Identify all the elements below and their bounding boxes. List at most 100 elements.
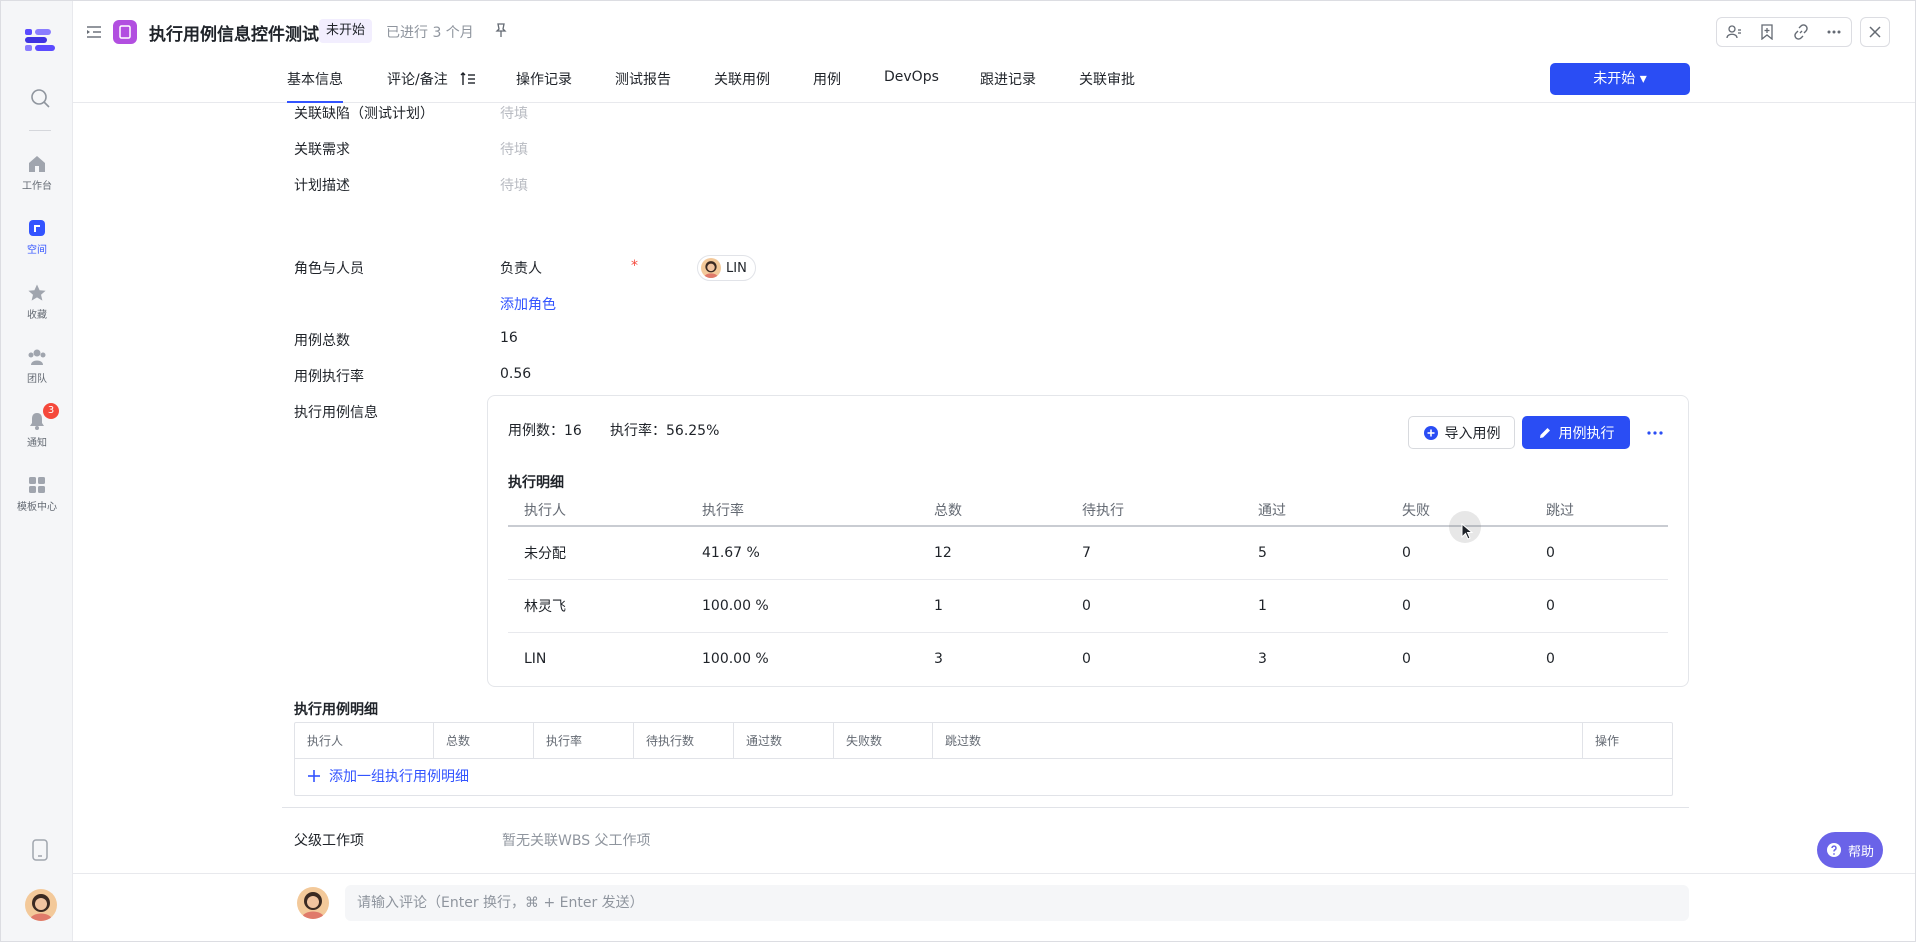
plus-circle-icon	[1423, 425, 1438, 440]
tab-operation-log[interactable]: 操作记录	[516, 69, 572, 103]
field-value-related-requirements[interactable]: 待填	[500, 139, 528, 159]
top-header: 执行用例信息控件测试 未开始 已进行 3 个月	[73, 1, 1915, 63]
column-header: 通过	[1242, 494, 1386, 527]
column-header: 跳过数	[933, 723, 1583, 759]
table-cell: 0	[1530, 579, 1668, 633]
template-icon	[29, 477, 45, 493]
tab-devops[interactable]: DevOps	[884, 69, 939, 103]
exec-detail-subtitle: 执行明细	[508, 475, 564, 491]
owner-user-chip[interactable]: LIN	[697, 255, 756, 281]
table-cell: 0	[1546, 650, 1555, 667]
sort-icon[interactable]	[460, 72, 476, 86]
app-logo-icon[interactable]	[25, 27, 57, 53]
table-cell: 0	[1066, 579, 1242, 633]
rail-item-label: 模板中心	[17, 502, 57, 513]
page-title: 执行用例信息控件测试	[149, 25, 319, 45]
edit-icon	[1539, 427, 1550, 438]
more-button[interactable]	[1818, 18, 1852, 46]
tab-follow-up[interactable]: 跟进记录	[980, 69, 1036, 103]
rail-separator	[29, 130, 51, 131]
import-cases-button[interactable]: 导入用例	[1408, 416, 1515, 449]
close-button[interactable]	[1860, 17, 1890, 47]
table-cell: 41.67 %	[686, 526, 918, 580]
header-actions	[1716, 17, 1852, 47]
field-label-related-defects: 关联缺陷（测试计划）	[294, 106, 434, 122]
notification-badge: 3	[43, 403, 59, 419]
rail-item-notifications[interactable]: 通知	[1, 411, 73, 449]
field-value-plan-description[interactable]: 待填	[500, 175, 528, 195]
rail-item-favorites[interactable]: 收藏	[1, 283, 73, 321]
execute-cases-label: 用例执行	[1558, 425, 1615, 442]
current-user-avatar[interactable]	[25, 889, 57, 921]
pin-icon[interactable]	[493, 22, 509, 38]
execute-cases-button[interactable]: 用例执行	[1522, 416, 1630, 449]
search-icon[interactable]	[29, 87, 51, 109]
help-button[interactable]: 帮助	[1817, 832, 1883, 868]
field-label-related-requirements: 关联需求	[294, 142, 350, 158]
add-role-link[interactable]: 添加角色	[500, 294, 556, 314]
comment-bar	[73, 873, 1915, 941]
field-value-related-defects[interactable]: 待填	[500, 103, 528, 123]
rail-item-team[interactable]: 团队	[1, 347, 73, 385]
table-cell: 5	[1242, 526, 1386, 580]
tab-comments[interactable]: 评论/备注	[387, 69, 476, 103]
cursor-icon	[1461, 523, 1474, 540]
table-header-row: 执行人 执行率 总数 待执行 通过 失败 跳过	[508, 494, 1668, 527]
table-cell: 3	[1258, 650, 1267, 667]
exec-rate-label: 执行率：	[610, 423, 666, 439]
bookmark-icon	[1761, 24, 1773, 40]
table-cell: 7	[1066, 526, 1242, 580]
app-window: 工作台 空间 收藏 团队 通知 3 模板中心 执行用例信息控件测试 未开始 已进…	[0, 0, 1916, 942]
column-header: 失败数	[834, 723, 933, 759]
help-icon	[1826, 843, 1841, 857]
field-value-case-exec-rate: 0.56	[500, 366, 532, 382]
tab-related-cases[interactable]: 关联用例	[714, 69, 770, 103]
basic-info-panel: 关联缺陷（测试计划） 待填 关联需求 待填 计划描述 待填 角色与人员 负责人 …	[73, 103, 1915, 873]
comment-input[interactable]	[345, 885, 1689, 921]
card-more-icon[interactable]	[1646, 424, 1664, 442]
comment-user-avatar	[297, 887, 329, 919]
tab-approvals[interactable]: 关联审批	[1079, 69, 1135, 103]
tab-test-report[interactable]: 测试报告	[615, 69, 671, 103]
tab-basic-info[interactable]: 基本信息	[287, 69, 343, 103]
add-detail-group-button[interactable]: 添加一组执行用例明细	[307, 759, 469, 795]
rail-item-space[interactable]: 空间	[1, 218, 73, 256]
mobile-icon[interactable]	[32, 839, 48, 861]
exec-case-detail-title: 执行用例明细	[294, 702, 378, 718]
exec-rate-value: 56.25%	[666, 423, 720, 439]
field-value-parent[interactable]: 暂无关联WBS 父工作项	[502, 830, 651, 850]
copy-link-button[interactable]	[1784, 18, 1818, 46]
case-count-label: 用例数：	[508, 423, 564, 439]
rail-item-templates[interactable]: 模板中心	[1, 475, 73, 513]
collapse-sidebar-icon[interactable]	[85, 23, 103, 41]
table-cell: LIN	[524, 650, 547, 667]
field-label-plan-description: 计划描述	[294, 178, 350, 194]
field-label-case-exec-rate: 用例执行率	[294, 369, 364, 385]
bookmark-button[interactable]	[1751, 18, 1785, 46]
members-button[interactable]	[1717, 18, 1751, 46]
field-label-exec-info: 执行用例信息	[294, 405, 378, 421]
table-row: 林灵飞 100.00 % 1 0 1 0 0	[508, 579, 1668, 633]
space-icon	[29, 220, 45, 236]
table-cell: 12	[918, 526, 1066, 580]
rail-item-label: 收藏	[27, 310, 47, 321]
close-icon	[1869, 26, 1881, 38]
status-dropdown-button[interactable]: 未开始 ▾	[1550, 63, 1690, 95]
table-cell: 0	[1386, 579, 1530, 633]
field-label-roles: 角色与人员	[294, 261, 364, 277]
rail-item-label: 空间	[27, 245, 47, 256]
column-header: 操作	[1595, 734, 1620, 748]
status-badge[interactable]: 未开始	[319, 19, 373, 43]
required-mark: *	[631, 258, 638, 274]
user-avatar	[701, 258, 721, 278]
tab-bar: 基本信息 评论/备注 操作记录 测试报告 关联用例 用例 DevOps 跟进记录…	[73, 63, 1915, 103]
table-cell: 未分配	[508, 526, 686, 580]
table-cell: 林灵飞	[508, 579, 686, 633]
column-header: 执行人	[295, 723, 434, 759]
tab-cases[interactable]: 用例	[813, 69, 841, 103]
elapsed-time: 已进行 3 个月	[386, 25, 474, 41]
exec-case-detail-table: 执行人 总数 执行率 待执行数 通过数 失败数 跳过数 操作 添加一组执行用例明…	[294, 722, 1673, 796]
link-icon	[1794, 24, 1808, 40]
table-cell: 100.00 %	[702, 650, 769, 667]
rail-item-workbench[interactable]: 工作台	[1, 154, 73, 192]
